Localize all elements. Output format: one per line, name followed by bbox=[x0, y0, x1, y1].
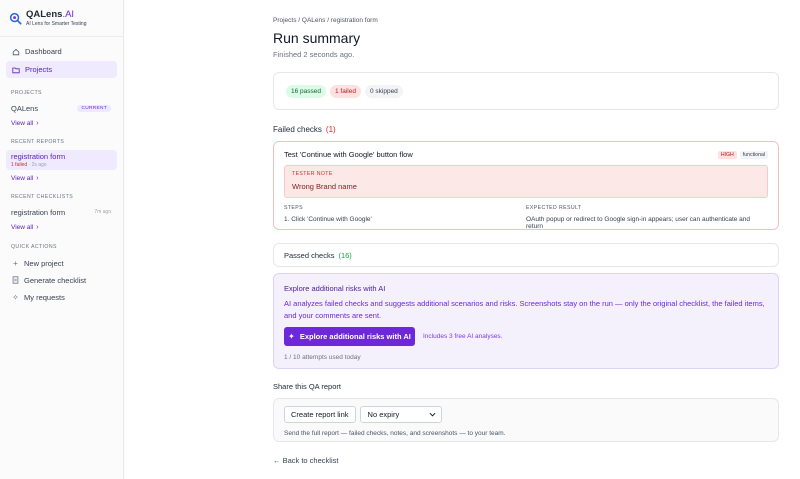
report-meta: 1 failed · 2s ago bbox=[11, 162, 47, 168]
tester-note-label: TESTER NOTE bbox=[292, 171, 333, 177]
brand-tagline: AI Lens for Smarter Testing bbox=[26, 20, 87, 27]
failed-check-card[interactable]: Test 'Continue with Google' button flow … bbox=[273, 141, 779, 230]
failed-check-title: Test 'Continue with Google' button flow bbox=[284, 150, 413, 159]
folder-icon bbox=[11, 65, 20, 74]
sidebar-report-item[interactable]: registration form 1 failed · 2s ago bbox=[6, 150, 117, 170]
report-title: registration form bbox=[11, 152, 66, 161]
passed-pill: 16 passed bbox=[286, 84, 326, 98]
my-requests-label: My requests bbox=[24, 293, 65, 302]
chevron-right-icon: › bbox=[36, 119, 39, 127]
type-badge: functional bbox=[739, 150, 768, 159]
severity-badge: HIGH bbox=[717, 150, 737, 159]
nav-projects[interactable]: Projects bbox=[6, 61, 117, 78]
generate-checklist-action[interactable]: Generate checklist bbox=[0, 272, 123, 289]
failed-count: (1) bbox=[325, 125, 336, 134]
step-item: 1. Click 'Continue with Google' bbox=[284, 216, 372, 223]
project-name: QALens bbox=[11, 103, 39, 113]
chevron-right-icon: › bbox=[36, 223, 39, 231]
steps-label: STEPS bbox=[284, 205, 304, 211]
chevron-down-icon bbox=[429, 412, 435, 417]
checklist-title: registration form bbox=[11, 207, 66, 217]
steps-column: STEPS 1. Click 'Continue with Google' bbox=[284, 205, 526, 230]
skipped-pill: 0 skipped bbox=[364, 84, 403, 98]
checklist-time: 7m ago bbox=[94, 209, 111, 215]
sparkle-icon: ✦ bbox=[288, 332, 295, 341]
expected-text: OAuth popup or redirect to Google sign-i… bbox=[526, 216, 751, 230]
back-to-checklist-link[interactable]: ← Back to checklist bbox=[273, 456, 338, 465]
ai-card-title: Explore additional risks with AI bbox=[284, 284, 386, 293]
sidebar: QALens.AI AI Lens for Smarter Testing Da… bbox=[0, 0, 124, 479]
quick-actions-label: QUICK ACTIONS bbox=[11, 244, 57, 250]
checklists-view-all-link[interactable]: View all › bbox=[0, 221, 123, 233]
explore-ai-risks-button[interactable]: ✦ Explore additional risks with AI bbox=[284, 327, 415, 346]
summary-card: 16 passed 1 failed 0 skipped bbox=[273, 72, 779, 110]
expected-column: EXPECTED RESULT OAuth popup or redirect … bbox=[526, 205, 768, 230]
reports-section-label: RECENT REPORTS bbox=[11, 139, 65, 145]
nav-dashboard[interactable]: Dashboard bbox=[6, 43, 117, 60]
projects-view-all-link[interactable]: View all › bbox=[0, 117, 123, 129]
new-project-action[interactable]: + New project bbox=[0, 255, 123, 272]
expiry-value: No expiry bbox=[367, 410, 400, 419]
ai-attempts-counter: 1 / 10 attempts used today bbox=[284, 354, 361, 361]
new-project-label: New project bbox=[24, 259, 64, 268]
magnifier-logo-icon bbox=[9, 12, 22, 25]
ai-includes-note: Includes 3 free AI analyses. bbox=[423, 333, 503, 340]
failed-pill: 1 failed bbox=[330, 84, 361, 98]
failed-checks-header: Failed checks (1) bbox=[273, 125, 336, 134]
nav-dashboard-label: Dashboard bbox=[25, 47, 62, 56]
chevron-right-icon: › bbox=[36, 174, 39, 182]
tester-note: TESTER NOTE Wrong Brand name bbox=[284, 165, 768, 198]
share-header: Share this QA report bbox=[273, 382, 341, 391]
generate-checklist-label: Generate checklist bbox=[24, 276, 87, 285]
create-report-link-button[interactable]: Create report link bbox=[284, 406, 356, 423]
brand-name: QALens.AI bbox=[26, 8, 75, 20]
brand[interactable]: QALens.AI AI Lens for Smarter Testing bbox=[0, 0, 123, 37]
page-subtitle: Finished 2 seconds ago. bbox=[273, 50, 355, 59]
sparkle-icon: ✧ bbox=[12, 293, 19, 302]
nav-projects-label: Projects bbox=[25, 65, 53, 74]
passed-count: (16) bbox=[338, 250, 352, 260]
ai-card-description: AI analyzes failed checks and suggests a… bbox=[284, 299, 765, 320]
current-badge: CURRENT bbox=[77, 104, 111, 112]
breadcrumb[interactable]: Projects / QALens / registration form bbox=[273, 17, 378, 24]
ai-explore-card: Explore additional risks with AI AI anal… bbox=[273, 273, 779, 369]
passed-checks-label: Passed checks bbox=[284, 250, 335, 260]
projects-section-label: PROJECTS bbox=[11, 90, 42, 96]
sidebar-checklist-item[interactable]: registration form 7m ago bbox=[0, 205, 123, 219]
checklists-section-label: RECENT CHECKLISTS bbox=[11, 194, 74, 200]
share-card: Create report link No expiry Send the fu… bbox=[273, 398, 779, 442]
expiry-select[interactable]: No expiry bbox=[359, 406, 442, 423]
tester-note-text: Wrong Brand name bbox=[292, 182, 357, 191]
passed-checks-toggle[interactable]: Passed checks (16) bbox=[273, 243, 779, 267]
document-icon bbox=[11, 275, 20, 286]
home-icon bbox=[11, 47, 20, 56]
sidebar-project-item[interactable]: QALens CURRENT bbox=[0, 101, 123, 115]
explore-ai-button-label: Explore additional risks with AI bbox=[299, 332, 411, 341]
my-requests-action[interactable]: ✧ My requests bbox=[0, 289, 123, 306]
page-title: Run summary bbox=[273, 30, 361, 46]
reports-view-all-link[interactable]: View all › bbox=[0, 172, 123, 184]
plus-icon: + bbox=[13, 259, 18, 268]
share-hint: Send the full report — failed checks, no… bbox=[284, 430, 506, 437]
main-nav: Dashboard Projects bbox=[0, 37, 123, 78]
expected-label: EXPECTED RESULT bbox=[526, 205, 582, 211]
